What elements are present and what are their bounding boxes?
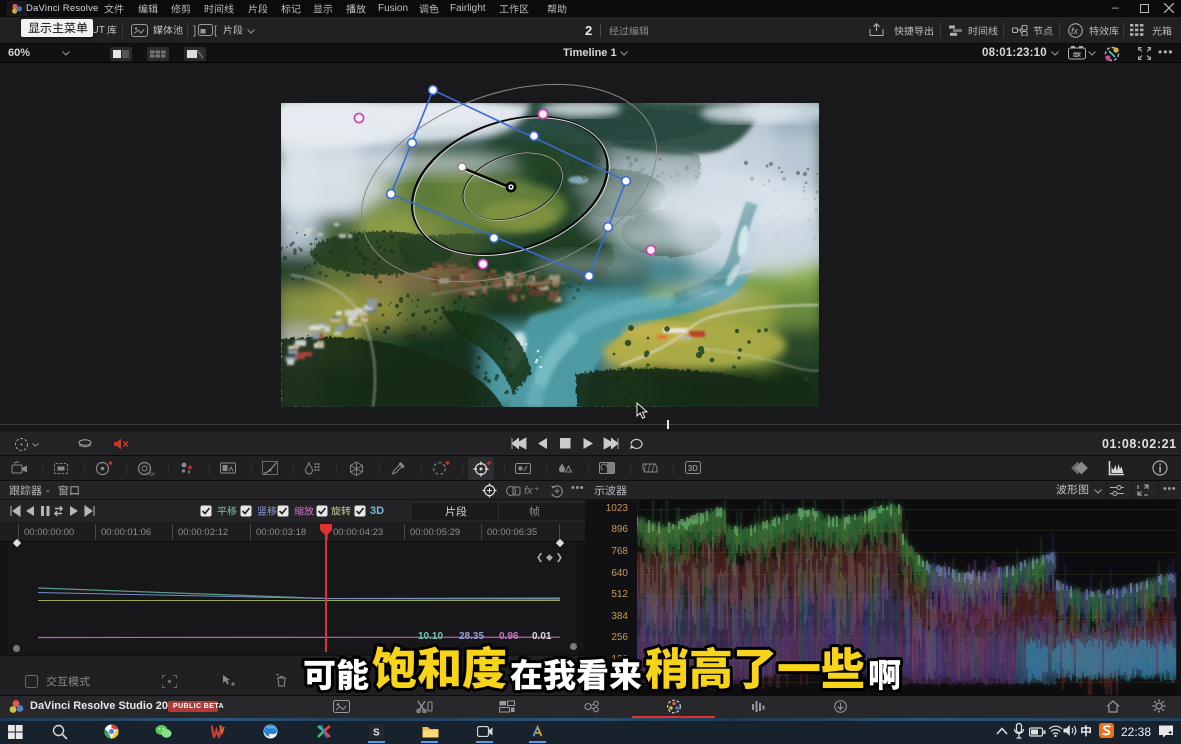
svg-text:3D: 3D bbox=[688, 464, 698, 473]
svg-text:fx: fx bbox=[1071, 26, 1079, 36]
svg-text:HQ: HQ bbox=[1074, 53, 1081, 58]
svg-text:S: S bbox=[373, 728, 380, 739]
svg-text:HDR: HDR bbox=[147, 472, 156, 477]
